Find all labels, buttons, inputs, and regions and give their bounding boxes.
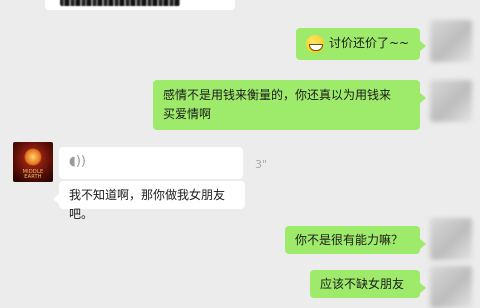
grin-emoji-icon: [306, 34, 324, 53]
self-avatar[interactable]: [430, 80, 472, 122]
message-text-line: 感情不是用钱来衡量的，你还真以为用钱来: [163, 88, 392, 102]
self-avatar[interactable]: [430, 266, 472, 308]
message-bubble[interactable]: 你不是很有能力嘛？: [285, 226, 426, 254]
self-avatar[interactable]: [430, 218, 472, 260]
contact-avatar[interactable]: MIDDLE EARTH: [13, 142, 53, 182]
message-text: 你不是很有能力嘛？: [295, 233, 404, 247]
self-avatar[interactable]: [430, 20, 472, 62]
message-text: 我不知道啊，那你做我女朋友吧。: [69, 188, 226, 221]
redacted-text: [60, 0, 180, 6]
message-text-line: 买爱情啊: [163, 107, 212, 121]
message-bubble[interactable]: 讨价还价了~~: [296, 28, 426, 60]
message-bubble[interactable]: 我不知道啊，那你做我女朋友吧。: [53, 181, 245, 221]
message-text: 讨价还价了~~: [329, 36, 410, 50]
message-bubble[interactable]: 应该不缺女朋友: [310, 270, 426, 298]
voice-duration: 3": [255, 158, 268, 171]
voice-wave-icon: ◖)): [69, 154, 86, 169]
avatar-logo-text: MIDDLE EARTH: [22, 169, 44, 180]
message-bubble[interactable]: 感情不是用钱来衡量的，你还真以为用钱来 买爱情啊: [153, 80, 426, 130]
emblem-icon: [24, 148, 42, 166]
message-text: 应该不缺女朋友: [320, 277, 405, 291]
voice-message-bubble[interactable]: ◖)): [59, 147, 243, 179]
